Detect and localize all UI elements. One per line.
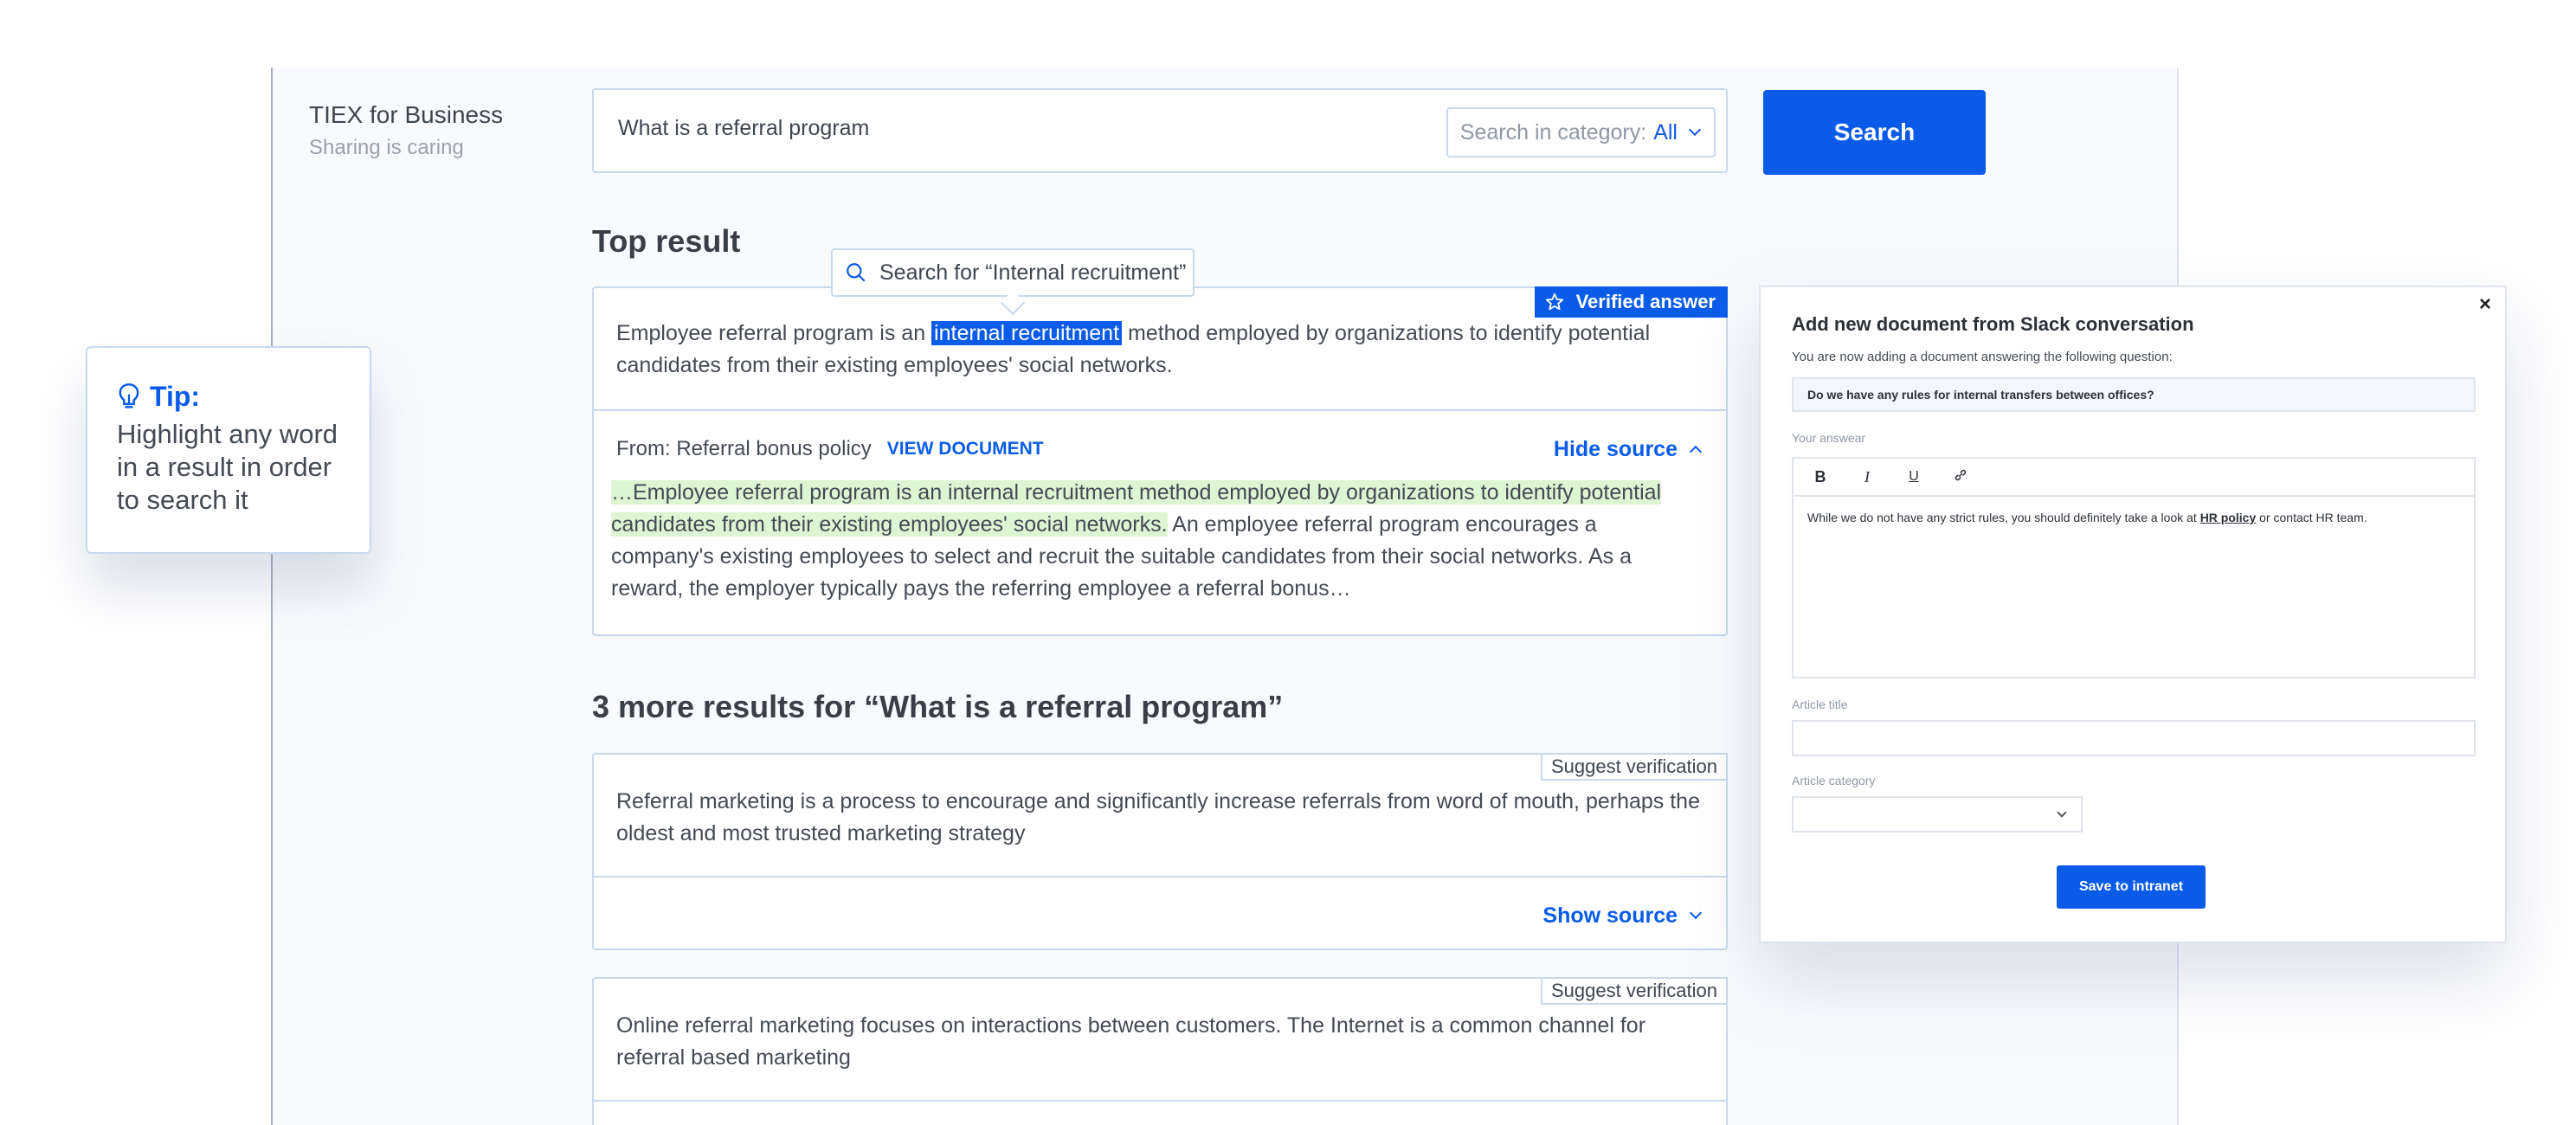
hide-source-label: Hide source (1553, 436, 1678, 461)
underline-button[interactable]: U (1899, 469, 1929, 485)
answer-text-start: While we do not have any strict rules, y… (1807, 511, 2200, 524)
source-section (594, 1100, 1726, 1125)
link-button[interactable] (1946, 467, 1975, 487)
editor-content[interactable]: While we do not have any strict rules, y… (1794, 497, 2474, 538)
suggest-verification-button[interactable]: Suggest verification (1541, 753, 1728, 781)
tip-card: Tip: Highlight any word in a result in o… (86, 346, 371, 554)
search-button[interactable]: Search (1763, 90, 1986, 175)
tip-title-label: Tip: (150, 381, 201, 412)
editor-toolbar: B I U (1794, 459, 2474, 497)
search-input[interactable]: What is a referral program (618, 116, 869, 141)
source-label: From: Referral bonus policy (616, 437, 872, 460)
hr-policy-link[interactable]: HR policy (2200, 511, 2257, 524)
top-result-card: Verified answer Employee referral progra… (592, 286, 1728, 636)
source-section: Show source (594, 876, 1726, 950)
tip-title: Tip: (117, 381, 340, 413)
suggest-verification-button[interactable]: Suggest verification (1541, 977, 1728, 1005)
save-to-intranet-button[interactable]: Save to intranet (2057, 865, 2206, 909)
result-text-start: Employee referral program is an (616, 321, 932, 345)
add-document-modal: × Add new document from Slack conversati… (1759, 286, 2507, 943)
search-icon (847, 263, 866, 282)
result-card: Suggest verification Online referral mar… (592, 977, 1728, 1125)
article-title-input[interactable] (1792, 720, 2476, 756)
show-source-label: Show source (1542, 903, 1678, 928)
source-row: From: Referral bonus policy VIEW DOCUMEN… (616, 437, 1703, 461)
hide-source-button[interactable]: Hide source (1553, 436, 1703, 462)
search-box[interactable]: What is a referral program Search in cat… (592, 88, 1728, 173)
article-title-label: Article title (1792, 698, 1848, 711)
brand-name: TIEX for Business (309, 101, 504, 128)
result-card: Suggest verification Referral marketing … (592, 753, 1728, 950)
view-document-link[interactable]: VIEW DOCUMENT (887, 439, 1044, 460)
modal-subtitle: You are now adding a document answering … (1792, 350, 2173, 364)
lightbulb-icon (119, 382, 139, 408)
answer-editor[interactable]: B I U While we do not have any strict ru… (1792, 457, 2476, 678)
answer-text-end: or contact HR team. (2256, 511, 2367, 524)
article-category-select[interactable] (1792, 796, 2083, 832)
star-icon (1545, 292, 1563, 311)
source-section: From: Referral bonus policy VIEW DOCUMEN… (594, 409, 1726, 636)
category-value: All (1653, 119, 1678, 145)
close-icon[interactable]: × (2479, 292, 2491, 317)
chevron-up-icon (1689, 445, 1703, 458)
source-excerpt: …Employee referral program is an interna… (611, 477, 1703, 605)
brand-tagline: Sharing is caring (309, 136, 464, 159)
selected-text[interactable]: internal recruitment (931, 321, 1123, 345)
top-result-heading: Top result (592, 223, 741, 259)
more-results-heading: 3 more results for “What is a referral p… (592, 689, 1284, 724)
modal-title: Add new document from Slack conversation (1792, 313, 2194, 335)
brand: TIEX for Business Sharing is caring (309, 101, 503, 160)
category-select[interactable]: Search in category: All (1446, 107, 1716, 158)
link-icon (1955, 469, 1967, 480)
search-selection-tooltip[interactable]: Search for “Internal recruitment” (831, 248, 1195, 297)
italic-button[interactable]: I (1852, 468, 1882, 486)
verified-badge: Verified answer (1534, 286, 1728, 318)
tooltip-label: Search for “Internal recruitment” (879, 260, 1187, 285)
chevron-down-icon (2057, 807, 2067, 818)
question-field: Do we have any rules for internal transf… (1792, 377, 2476, 412)
bold-button[interactable]: B (1806, 468, 1835, 486)
category-label: Search in category: (1459, 119, 1647, 145)
article-category-label: Article category (1792, 774, 1876, 788)
verified-label: Verified answer (1575, 291, 1716, 312)
tip-body: Highlight any word in a result in order … (117, 419, 338, 515)
show-source-button[interactable]: Show source (1542, 903, 1703, 929)
chevron-down-icon (1689, 906, 1703, 920)
answer-label: Your answear (1792, 431, 1866, 445)
chevron-down-icon (1688, 123, 1702, 137)
